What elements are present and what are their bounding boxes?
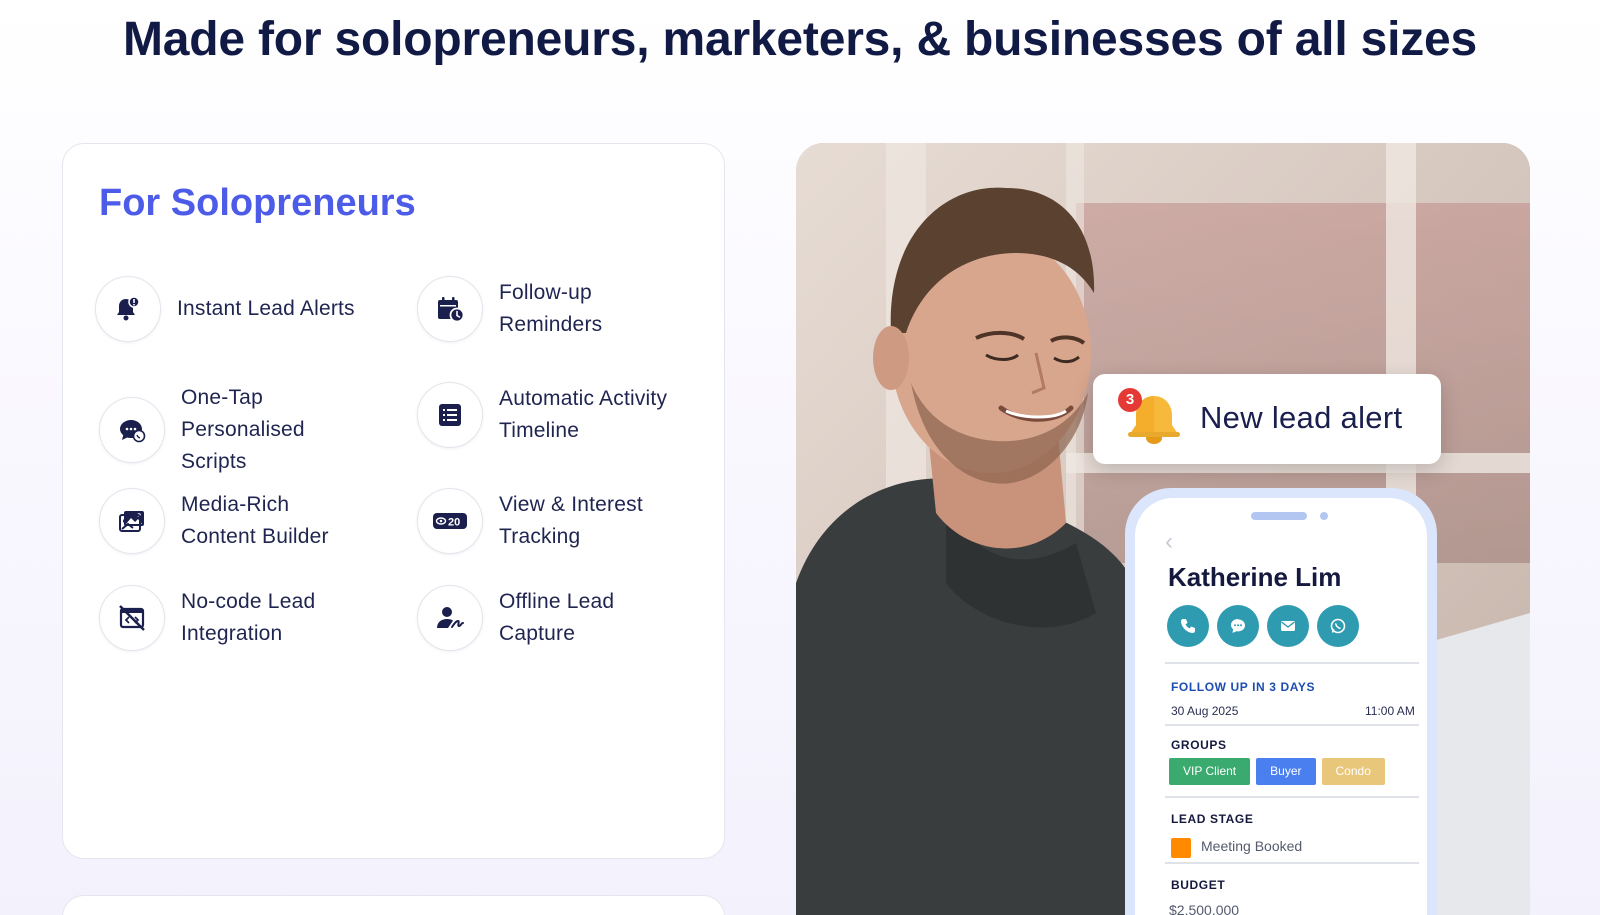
chip-buyer[interactable]: Buyer xyxy=(1256,758,1316,785)
budget-heading: BUDGET xyxy=(1171,878,1226,892)
phone-mockup: ‹ Katherine Lim FOLLOW UP IN 3 DAYS 30 A… xyxy=(1125,488,1437,915)
bell-alert-icon xyxy=(95,276,161,342)
divider xyxy=(1165,724,1419,726)
no-code-icon xyxy=(99,585,165,651)
budget-value: $2,500,000 xyxy=(1169,902,1240,915)
groups-heading: GROUPS xyxy=(1171,738,1227,752)
media-gallery-icon xyxy=(99,488,165,554)
chip-condo[interactable]: Condo xyxy=(1321,758,1385,785)
follow-up-time: 11:00 AM xyxy=(1365,704,1415,718)
view-count-text: 20 xyxy=(448,517,460,529)
feature-label: Instant Lead Alerts xyxy=(177,297,355,320)
group-chips: VIP Client Buyer Condo xyxy=(1169,758,1385,785)
chat-whatsapp-icon xyxy=(99,397,165,463)
calendar-clock-icon xyxy=(417,276,483,342)
phone-notch xyxy=(1251,512,1307,520)
page-headline: Made for solopreneurs, marketers, & busi… xyxy=(122,13,1478,66)
user-signature-icon xyxy=(417,585,483,651)
lead-stage-color xyxy=(1171,838,1191,858)
feature-label: One-Tap Personalised Scripts xyxy=(181,386,305,473)
contact-name: Katherine Lim xyxy=(1168,562,1342,592)
feature-label: Follow-up Reminders xyxy=(499,281,603,336)
list-timeline-icon xyxy=(417,382,483,448)
card-title: For Solopreneurs xyxy=(99,182,416,224)
feature-label: Media-Rich Content Builder xyxy=(181,493,329,548)
feature-view-tracking: 20 View & Interest Tracking xyxy=(417,488,643,554)
view-count-icon: 20 xyxy=(417,488,483,554)
alert-count-badge: 3 xyxy=(1118,388,1142,412)
divider xyxy=(1165,862,1419,864)
phone-icon[interactable] xyxy=(1167,605,1209,647)
next-card xyxy=(62,895,725,915)
feature-activity-timeline: Automatic Activity Timeline xyxy=(417,382,667,448)
feature-instant-lead-alerts: Instant Lead Alerts xyxy=(95,276,355,342)
divider xyxy=(1165,662,1419,664)
feature-offline-lead-capture: Offline Lead Capture xyxy=(417,585,614,651)
contact-actions xyxy=(1167,605,1359,647)
lead-stage-value: Meeting Booked xyxy=(1201,838,1303,854)
alert-text: New lead alert xyxy=(1200,400,1403,435)
feature-label: View & Interest Tracking xyxy=(499,493,643,548)
back-chevron-icon[interactable]: ‹ xyxy=(1165,528,1173,556)
feature-label: No-code Lead Integration xyxy=(181,590,316,645)
follow-up-heading: FOLLOW UP IN 3 DAYS xyxy=(1171,680,1316,694)
phone-camera-dot xyxy=(1320,512,1328,520)
phone-screen: ‹ Katherine Lim FOLLOW UP IN 3 DAYS 30 A… xyxy=(1135,498,1427,915)
feature-follow-up-reminders: Follow-up Reminders xyxy=(417,276,602,342)
feature-no-code-integration: No-code Lead Integration xyxy=(99,585,315,651)
feature-one-tap-scripts: One-Tap Personalised Scripts xyxy=(99,382,305,478)
follow-up-date: 30 Aug 2025 xyxy=(1171,704,1239,718)
feature-media-content-builder: Media-Rich Content Builder xyxy=(99,488,329,554)
email-icon[interactable] xyxy=(1267,605,1309,647)
feature-label: Automatic Activity Timeline xyxy=(499,387,668,442)
solopreneurs-card: For Solopreneurs Instant Lead Alerts Fol… xyxy=(62,143,725,859)
lead-stage-heading: LEAD STAGE xyxy=(1171,812,1254,826)
chip-vip-client[interactable]: VIP Client xyxy=(1169,758,1251,785)
chat-icon[interactable] xyxy=(1217,605,1259,647)
whatsapp-icon[interactable] xyxy=(1317,605,1359,647)
feature-label: Offline Lead Capture xyxy=(499,590,615,645)
new-lead-alert[interactable]: 3 New lead alert xyxy=(1093,374,1441,464)
divider xyxy=(1165,796,1419,798)
